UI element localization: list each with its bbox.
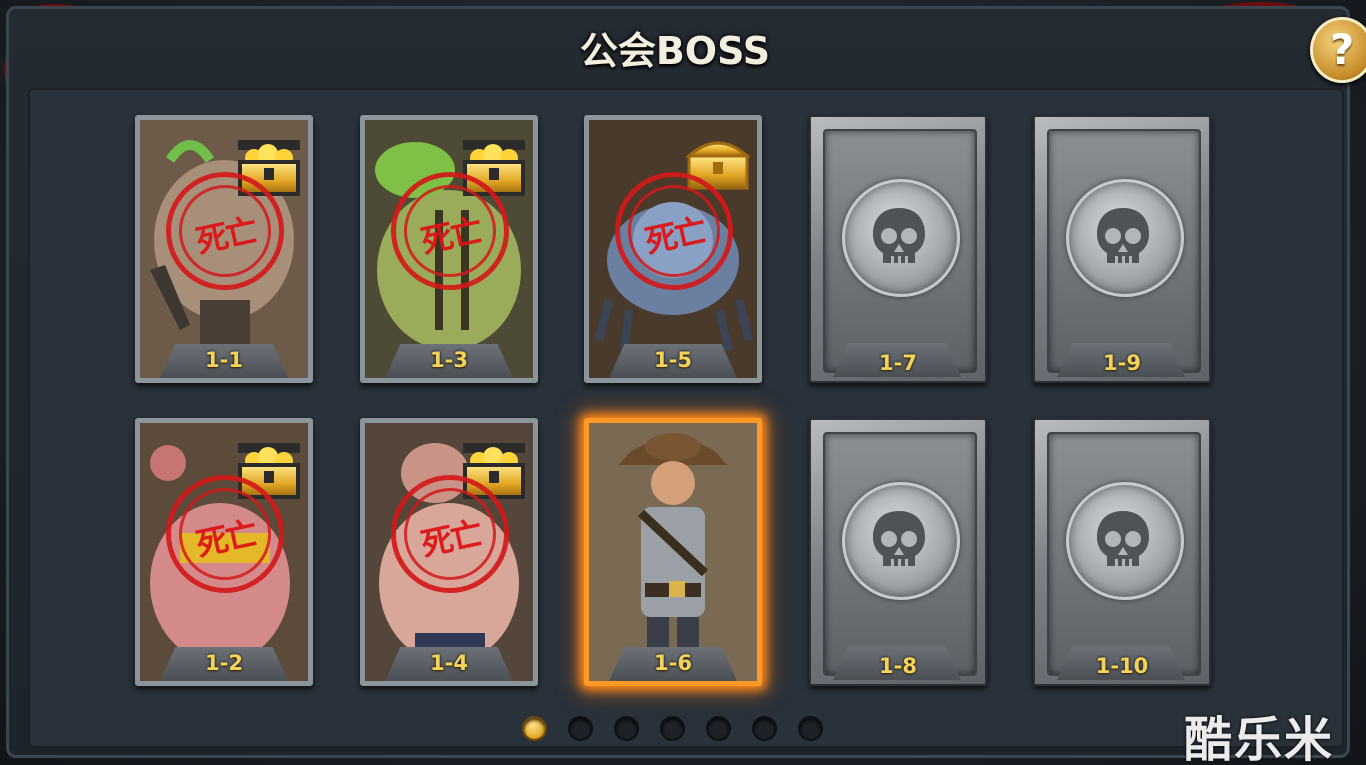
boss-card[interactable]: 1-9: [1033, 115, 1211, 383]
page-dot[interactable]: [706, 716, 731, 741]
dead-stamp-text: 死亡: [417, 514, 485, 564]
dead-stamp-text: 死亡: [417, 211, 485, 261]
dead-stamp-text: 死亡: [192, 211, 260, 261]
boss-stage-label: 1-10: [1095, 654, 1149, 678]
help-button[interactable]: ?: [1310, 17, 1366, 83]
boss-stage-label: 1-8: [879, 654, 917, 678]
boss-card[interactable]: 死亡 1-2: [135, 418, 313, 686]
boss-card[interactable]: 死亡 1-1: [135, 115, 313, 383]
page-dot[interactable]: [614, 716, 639, 741]
watermark: 酷乐米: [1184, 712, 1335, 765]
boss-card[interactable]: 死亡 1-5: [584, 115, 762, 383]
boss-stage-label: 1-4: [430, 651, 468, 675]
boss-stage-label: 1-9: [1103, 351, 1141, 375]
page-title: 公会BOSS: [579, 29, 771, 73]
skull-icon: [1066, 482, 1184, 600]
boss-stage-label: 1-6: [654, 651, 692, 675]
page-dot[interactable]: [522, 716, 547, 741]
page-dot[interactable]: [568, 716, 593, 741]
skull-icon: [1066, 179, 1184, 297]
page-dot[interactable]: [660, 716, 685, 741]
page-dot[interactable]: [752, 716, 777, 741]
boss-stage-label: 1-7: [879, 351, 917, 375]
boss-stage-label: 1-3: [430, 348, 468, 372]
boss-card[interactable]: 1-8: [809, 418, 987, 686]
boss-stage-label: 1-1: [205, 348, 243, 372]
game-screen: 公会BOSS ? 死亡 1-1 死亡 1-3 死亡 1-5 1-7 1-9 死亡 1-2 死亡 1-4…: [0, 0, 1366, 765]
dead-stamp-text: 死亡: [192, 514, 260, 564]
boss-stage-label: 1-5: [654, 348, 692, 372]
boss-card[interactable]: 1-7: [809, 115, 987, 383]
boss-card[interactable]: 死亡 1-3: [360, 115, 538, 383]
boss-card[interactable]: 1-6: [584, 418, 762, 686]
dead-stamp-text: 死亡: [641, 211, 709, 261]
boss-stage-label: 1-2: [205, 651, 243, 675]
skull-icon: [842, 482, 960, 600]
page-dot[interactable]: [798, 716, 823, 741]
boss-portrait: [589, 423, 757, 681]
boss-card[interactable]: 死亡 1-4: [360, 418, 538, 686]
skull-icon: [842, 179, 960, 297]
boss-card[interactable]: 1-10: [1033, 418, 1211, 686]
